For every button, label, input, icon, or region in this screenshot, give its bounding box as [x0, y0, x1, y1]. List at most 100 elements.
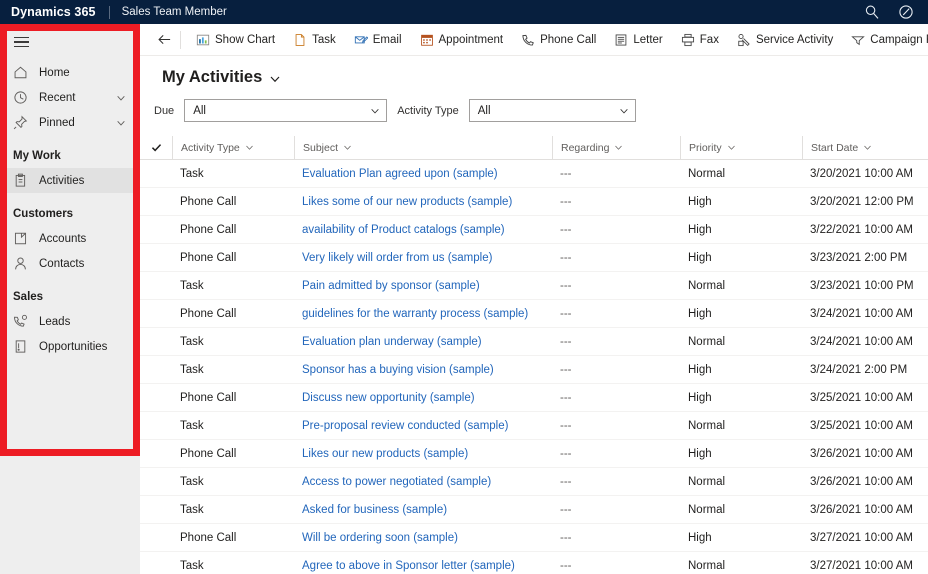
column-header-priority[interactable]: Priority [680, 135, 802, 160]
campaign-response-icon [851, 35, 866, 45]
command-service-activity[interactable]: Service Activity [728, 24, 842, 55]
cell-subject-link[interactable]: availability of Product catalogs (sample… [294, 224, 552, 236]
cell-start-date: 3/25/2021 10:00 AM [810, 391, 913, 404]
table-row[interactable]: Task Pre-proposal review conducted (sampl… [140, 412, 928, 440]
cell-start-date: 3/23/2021 2:00 PM [810, 251, 908, 264]
sidebar-item-accounts[interactable]: Accounts [0, 226, 140, 251]
command-letter[interactable]: Letter [605, 24, 671, 55]
sidebar-item-recent[interactable]: Recent [0, 85, 140, 110]
command-appointment[interactable]: Appointment [411, 24, 513, 55]
cell-start-date: 3/24/2021 10:00 AM [810, 307, 913, 320]
cell-regarding: --- [560, 531, 572, 544]
command-task[interactable]: Task [284, 24, 345, 55]
activity-type-filter-select[interactable]: All [468, 99, 636, 122]
command-label: Show Chart [215, 33, 276, 46]
cell-subject-link[interactable]: Agree to above in Sponsor letter (sample… [294, 560, 552, 572]
cell-start-date: 3/24/2021 10:00 AM [810, 335, 913, 348]
sidebar-item-label: Accounts [39, 232, 87, 245]
cell-subject-link[interactable]: Likes some of our new products (sample) [294, 196, 552, 208]
cell-subject-link[interactable]: Discuss new opportunity (sample) [294, 392, 552, 404]
cell-activity-type: Task [180, 475, 204, 488]
cell-subject-link[interactable]: Evaluation Plan agreed upon (sample) [294, 168, 552, 180]
cell-activity-type: Task [180, 363, 204, 376]
column-label: Start Date [811, 141, 859, 154]
cell-start-date: 3/20/2021 12:00 PM [810, 195, 914, 208]
leads-icon [14, 314, 27, 327]
sidebar-item-contacts[interactable]: Contacts [0, 251, 140, 276]
column-header-activity-type[interactable]: Activity Type [172, 135, 294, 160]
cell-subject-link[interactable]: guidelines for the warranty process (sam… [294, 308, 552, 320]
table-row[interactable]: Phone Call Likes some of our new products… [140, 188, 928, 216]
cell-activity-type: Task [180, 559, 204, 572]
table-row[interactable]: Task Evaluation plan underway (sample) ---… [140, 328, 928, 356]
cell-subject-link[interactable]: Asked for business (sample) [294, 504, 552, 516]
cell-priority: Normal [688, 419, 726, 432]
chevron-down-icon [344, 145, 351, 150]
cell-regarding: --- [560, 363, 572, 376]
cell-start-date: 3/26/2021 10:00 AM [810, 447, 913, 460]
table-row[interactable]: Task Evaluation Plan agreed upon (sample)… [140, 160, 928, 188]
command-show-chart[interactable]: Show Chart [187, 24, 284, 55]
hamburger-icon[interactable] [0, 24, 140, 60]
command-phone-call[interactable]: Phone Call [512, 24, 605, 55]
activity-type-filter-value: All [477, 104, 491, 117]
app-name[interactable]: Sales Team Member [122, 6, 227, 18]
table-row[interactable]: Phone Call Discuss new opportunity (sampl… [140, 384, 928, 412]
chevron-down-icon [371, 108, 379, 114]
cell-subject-link[interactable]: Evaluation plan underway (sample) [294, 336, 552, 348]
sidebar-item-label: Home [39, 66, 70, 79]
sidebar-item-pinned[interactable]: Pinned [0, 110, 140, 135]
task-icon [295, 33, 305, 46]
view-selector[interactable]: My Activities [140, 56, 928, 87]
cell-subject-link[interactable]: Pain admitted by sponsor (sample) [294, 280, 552, 292]
table-row[interactable]: Task Asked for business (sample) --- Normal… [140, 496, 928, 524]
table-row[interactable]: Phone Call Very likely will order from us… [140, 244, 928, 272]
filter-circle-icon[interactable] [898, 4, 914, 20]
cell-subject-link[interactable]: Very likely will order from us (sample) [294, 252, 552, 264]
cell-regarding: --- [560, 195, 572, 208]
main-content: My Activities Due All Activity Type All [140, 56, 928, 574]
select-all-checkbox[interactable] [140, 136, 172, 160]
due-filter-select[interactable]: All [184, 99, 388, 122]
command-fax[interactable]: Fax [672, 24, 728, 55]
back-arrow-icon[interactable] [150, 24, 178, 55]
sidebar-item-activities[interactable]: Activities [0, 168, 140, 193]
cell-subject-link[interactable]: Sponsor has a buying vision (sample) [294, 364, 552, 376]
product-brand[interactable]: Dynamics 365 [0, 5, 96, 19]
column-header-regarding[interactable]: Regarding [552, 135, 680, 160]
service-activity-icon [738, 33, 750, 46]
table-row[interactable]: Phone Call guidelines for the warranty pr… [140, 300, 928, 328]
cell-priority: High [688, 223, 712, 236]
table-row[interactable]: Task Access to power negotiated (sample) -… [140, 468, 928, 496]
cell-subject-link[interactable]: Access to power negotiated (sample) [294, 476, 552, 488]
cell-priority: High [688, 531, 712, 544]
column-header-start-date[interactable]: Start Date [802, 135, 928, 160]
cell-priority: Normal [688, 503, 726, 516]
table-row[interactable]: Phone Call Likes our new products (sample… [140, 440, 928, 468]
table-row[interactable]: Task Pain admitted by sponsor (sample) ---… [140, 272, 928, 300]
sidebar-item-home[interactable]: Home [0, 60, 140, 85]
table-row[interactable]: Task Agree to above in Sponsor letter (sa… [140, 552, 928, 574]
cell-priority: High [688, 195, 712, 208]
cell-start-date: 3/27/2021 10:00 AM [810, 531, 913, 544]
cell-subject-link[interactable]: Likes our new products (sample) [294, 448, 552, 460]
cell-activity-type: Phone Call [180, 223, 237, 236]
table-row[interactable]: Task Sponsor has a buying vision (sample)… [140, 356, 928, 384]
table-row[interactable]: Phone Call Will be ordering soon (sample)… [140, 524, 928, 552]
search-icon[interactable] [864, 4, 880, 20]
column-header-subject[interactable]: Subject [294, 135, 552, 160]
sidebar-item-opportunities[interactable]: Opportunities [0, 334, 140, 359]
sidebar-group-sales: Sales [13, 291, 44, 303]
sidebar-item-label: Activities [39, 174, 85, 187]
cell-regarding: --- [560, 335, 572, 348]
command-email[interactable]: Email [345, 24, 411, 55]
cell-priority: High [688, 363, 712, 376]
command-campaign-response[interactable]: Campaign Response [842, 24, 928, 55]
cell-priority: High [688, 447, 712, 460]
sidebar: Home Recent Pinned My Work Activities Cu… [0, 24, 140, 574]
sidebar-item-leads[interactable]: Leads [0, 309, 140, 334]
cell-subject-link[interactable]: Will be ordering soon (sample) [294, 532, 552, 544]
cell-subject-link[interactable]: Pre-proposal review conducted (sample) [294, 420, 552, 432]
command-label: Appointment [438, 33, 504, 46]
table-row[interactable]: Phone Call availability of Product catalo… [140, 216, 928, 244]
